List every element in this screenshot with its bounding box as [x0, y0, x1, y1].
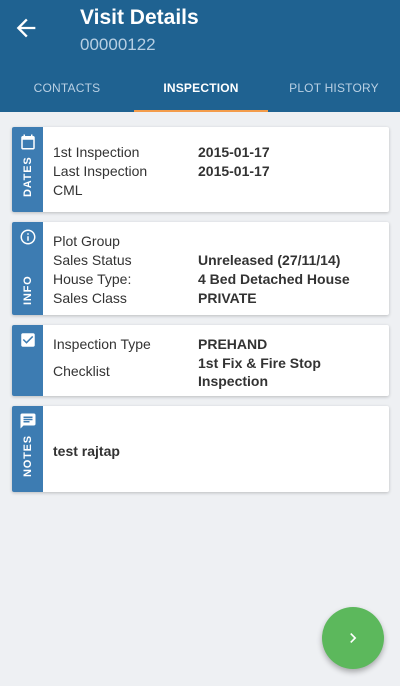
- field-label: Sales Class: [53, 290, 127, 306]
- info-label: INFO: [22, 275, 34, 305]
- back-arrow-icon[interactable]: [12, 14, 40, 42]
- comment-icon: [20, 413, 36, 429]
- page-title: Visit Details: [80, 6, 199, 29]
- visit-number: 00000122: [80, 35, 156, 54]
- field-label: Plot Group: [53, 233, 120, 249]
- chevron-right-icon: [350, 633, 357, 643]
- field-label: Checklist: [53, 363, 110, 379]
- field-value: 2015-01-17: [198, 163, 270, 179]
- row-sales-status: Sales Status Unreleased (27/11/14): [53, 252, 381, 271]
- field-value: 4 Bed Detached House: [198, 271, 350, 287]
- row-sales-class: Sales Class PRIVATE: [53, 290, 381, 309]
- field-label: Sales Status: [53, 252, 132, 268]
- checkbox-icon: [21, 333, 35, 347]
- tab-inspection[interactable]: INSPECTION: [134, 68, 268, 112]
- field-label: 1st Inspection: [53, 144, 140, 160]
- row-last-inspection: Last Inspection 2015-01-17: [53, 163, 381, 182]
- row-1st-inspection: 1st Inspection 2015-01-17: [53, 144, 381, 163]
- field-label: Last Inspection: [53, 163, 148, 179]
- dates-strip: DATES: [12, 127, 43, 212]
- field-value: 1st Fix & Fire Stop Inspection: [198, 355, 321, 389]
- notes-strip: NOTES: [12, 406, 43, 492]
- tab-plot-history[interactable]: PLOT HISTORY: [268, 68, 400, 112]
- field-value: PRIVATE: [198, 290, 257, 306]
- row-plot-group: Plot Group: [53, 233, 381, 252]
- tab-bar: CONTACTS INSPECTION PLOT HISTORY: [0, 68, 400, 112]
- tab-contacts[interactable]: CONTACTS: [0, 68, 134, 112]
- field-value: 2015-01-17: [198, 144, 270, 160]
- info-strip: INFO: [12, 222, 43, 315]
- field-value: Unreleased (27/11/14): [198, 252, 341, 268]
- calendar-icon: [21, 134, 35, 150]
- active-tab-indicator: [134, 110, 268, 112]
- info-icon: [20, 229, 36, 245]
- notes-text: test rajtap: [53, 443, 120, 459]
- next-fab-button[interactable]: [322, 607, 384, 669]
- inspection-card: Inspection Type PREHAND Checklist 1st Fi…: [12, 325, 389, 396]
- field-label: House Type:: [53, 271, 132, 287]
- row-checklist: Checklist 1st Fix & Fire Stop Inspection: [53, 354, 381, 392]
- row-cml: CML: [53, 182, 381, 201]
- inspection-strip: [12, 325, 43, 396]
- row-house-type: House Type: 4 Bed Detached House: [53, 271, 381, 290]
- notes-label: NOTES: [22, 435, 34, 477]
- app-bar: Visit Details 00000122 CONTACTS INSPECTI…: [0, 0, 400, 112]
- notes-card: NOTES test rajtap: [12, 406, 389, 492]
- row-inspection-type: Inspection Type PREHAND: [53, 336, 381, 355]
- field-value: PREHAND: [198, 336, 268, 352]
- field-label: CML: [53, 182, 83, 198]
- field-label: Inspection Type: [53, 336, 151, 352]
- info-card: INFO Plot Group Sales Status Unreleased …: [12, 222, 389, 315]
- dates-card: DATES 1st Inspection 2015-01-17 Last Ins…: [12, 127, 389, 212]
- dates-label: DATES: [22, 156, 34, 197]
